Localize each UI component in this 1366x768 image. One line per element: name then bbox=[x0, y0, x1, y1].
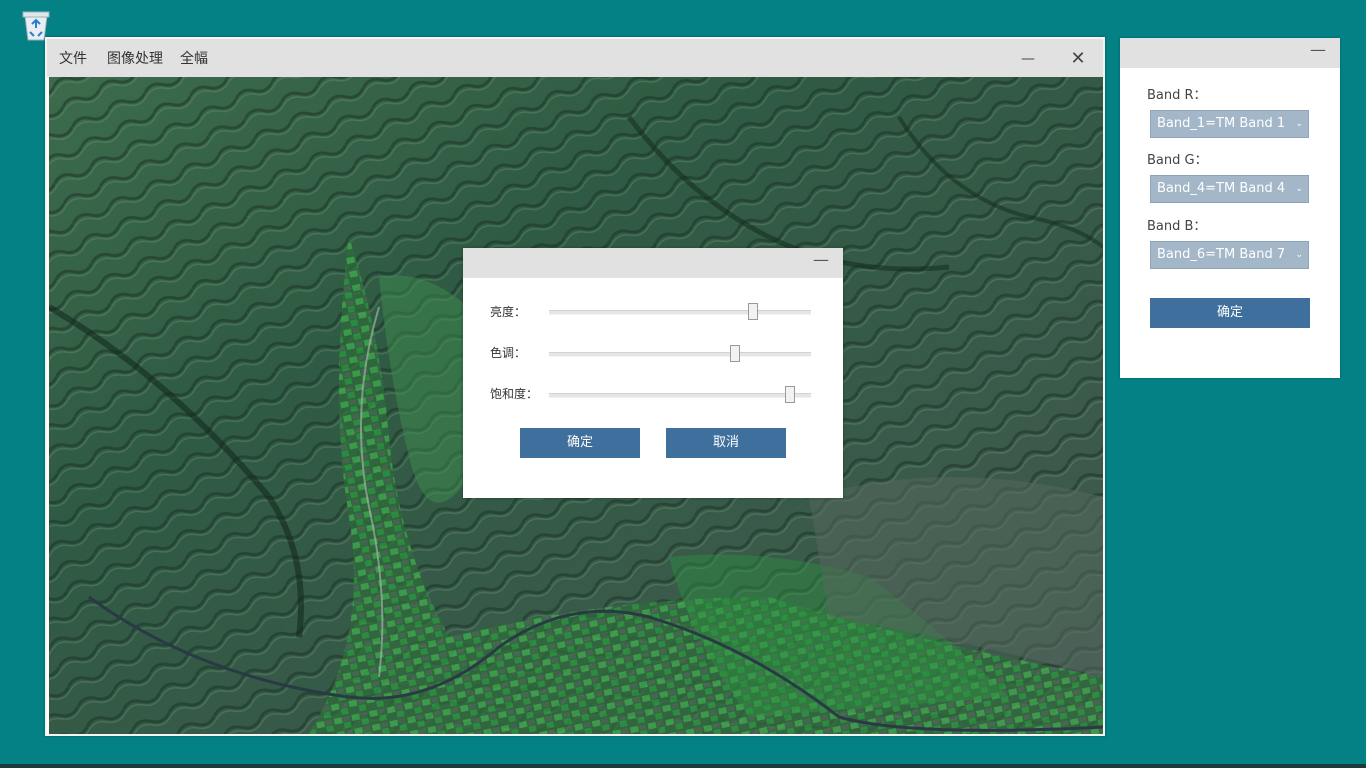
band-r-label: Band R： bbox=[1147, 88, 1207, 103]
dialog-minimize-icon[interactable]: — bbox=[813, 250, 829, 269]
chevron-down-icon: ⌄ bbox=[1295, 119, 1303, 129]
menu-full-extent[interactable]: 全幅 bbox=[180, 49, 208, 69]
ok-button[interactable]: 确定 bbox=[520, 428, 640, 458]
band-selection-panel: — Band R： Band_1=TM Band 1 ( ⌄ Band G： B… bbox=[1120, 38, 1340, 378]
band-panel-titlebar: — bbox=[1120, 38, 1340, 68]
band-g-select[interactable]: Band_4=TM Band 4 ( ⌄ bbox=[1150, 175, 1309, 203]
menu-image-processing[interactable]: 图像处理 bbox=[107, 49, 163, 69]
saturation-slider[interactable] bbox=[549, 386, 811, 403]
band-panel-minimize-icon[interactable]: — bbox=[1310, 40, 1326, 59]
band-g-value: Band_4=TM Band 4 ( bbox=[1157, 181, 1287, 196]
hue-slider[interactable] bbox=[549, 345, 811, 362]
cancel-button[interactable]: 取消 bbox=[666, 428, 786, 458]
band-r-value: Band_1=TM Band 1 ( bbox=[1157, 116, 1287, 131]
taskbar-edge bbox=[0, 764, 1366, 768]
desktop: 文件 图像处理 全幅 — ✕ — 亮度： 色调： 饱和度： 确定 取消 — Ba… bbox=[0, 0, 1366, 768]
band-b-label: Band B： bbox=[1147, 219, 1207, 234]
brightness-slider[interactable] bbox=[549, 303, 811, 320]
hue-label: 色调： bbox=[490, 346, 527, 360]
main-titlebar: 文件 图像处理 全幅 — ✕ bbox=[47, 39, 1103, 77]
band-g-label: Band G： bbox=[1147, 153, 1208, 168]
hue-slider-thumb[interactable] bbox=[730, 345, 741, 362]
brightness-label: 亮度： bbox=[490, 305, 527, 319]
band-ok-button[interactable]: 确定 bbox=[1150, 298, 1310, 328]
chevron-down-icon: ⌄ bbox=[1295, 250, 1303, 260]
saturation-label: 饱和度： bbox=[490, 387, 539, 401]
band-r-select[interactable]: Band_1=TM Band 1 ( ⌄ bbox=[1150, 110, 1309, 138]
minimize-icon[interactable]: — bbox=[1013, 46, 1043, 72]
menu-file[interactable]: 文件 bbox=[59, 49, 87, 69]
adjust-dialog: — 亮度： 色调： 饱和度： 确定 取消 bbox=[463, 248, 843, 498]
brightness-slider-thumb[interactable] bbox=[748, 303, 759, 320]
dialog-titlebar: — bbox=[463, 248, 843, 278]
saturation-slider-thumb[interactable] bbox=[785, 386, 796, 403]
close-icon[interactable]: ✕ bbox=[1063, 46, 1093, 72]
band-b-value: Band_6=TM Band 7 ( bbox=[1157, 247, 1287, 262]
band-b-select[interactable]: Band_6=TM Band 7 ( ⌄ bbox=[1150, 241, 1309, 269]
chevron-down-icon: ⌄ bbox=[1295, 184, 1303, 194]
